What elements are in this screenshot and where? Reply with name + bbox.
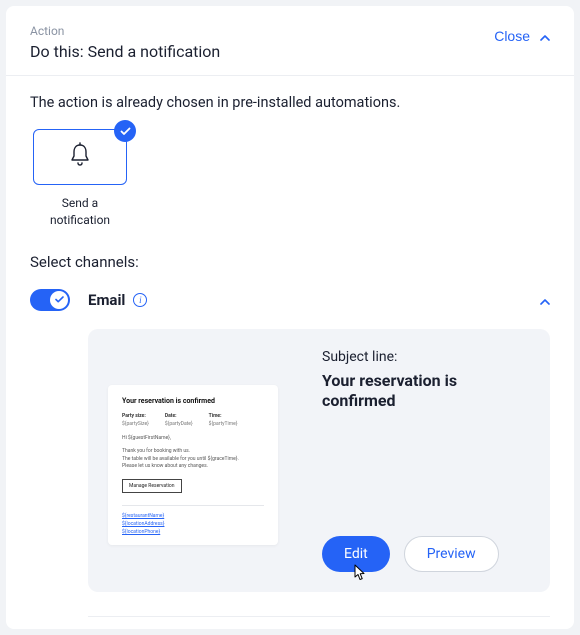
email-channel-title: Email i xyxy=(88,291,147,309)
thumb-body3: Please let us know about any changes. xyxy=(122,463,264,471)
thumb-v1: ${partySize} xyxy=(122,421,149,427)
divider xyxy=(88,616,550,617)
thumb-v3: ${partyTime} xyxy=(209,421,238,427)
chevron-up-icon xyxy=(540,28,550,44)
preview-button[interactable]: Preview xyxy=(404,536,499,572)
thumb-footer: ${restaurantName} ${locationAddress} ${l… xyxy=(122,505,264,536)
thumb-body1: Thank you for booking with us. xyxy=(122,448,264,456)
email-collapse-button[interactable] xyxy=(540,292,550,308)
tile-label: Send a notification xyxy=(35,195,125,229)
eyebrow: Action xyxy=(30,24,220,38)
action-tiles: Send a notification xyxy=(30,129,550,229)
subject-value: Your reservation is confirmed xyxy=(322,371,530,413)
panel-title: Do this: Send a notification xyxy=(30,42,220,61)
thumb-f1: ${restaurantName} xyxy=(122,512,264,520)
edit-button[interactable]: Edit xyxy=(322,536,390,572)
thumb-manage-button: Manage Reservation xyxy=(122,479,182,493)
subject-label: Subject line: xyxy=(322,349,530,365)
email-toggle[interactable] xyxy=(30,289,70,311)
email-actions: Edit Preview xyxy=(322,536,530,572)
channel-email-row: Email i xyxy=(30,287,550,313)
thumb-v2: ${partyDate} xyxy=(165,421,193,427)
check-badge xyxy=(114,120,136,142)
bell-icon xyxy=(68,142,92,172)
toggle-knob xyxy=(50,291,68,309)
thumb-k2: Date: xyxy=(165,413,193,419)
panel-header: Action Do this: Send a notification Clos… xyxy=(6,6,574,76)
email-label: Email xyxy=(88,291,125,309)
select-channels-label: Select channels: xyxy=(30,253,550,271)
thumb-body2: The table will be available for you unti… xyxy=(122,456,264,464)
email-thumbnail[interactable]: Your reservation is confirmed Party size… xyxy=(108,385,278,545)
close-button[interactable]: Close xyxy=(494,24,550,48)
thumb-k1: Party size: xyxy=(122,413,149,419)
thumb-greeting: Hi ${guestFirstName}, xyxy=(122,435,264,443)
email-thumbnail-col: Your reservation is confirmed Party size… xyxy=(108,349,298,573)
info-icon[interactable]: i xyxy=(133,293,147,307)
thumb-k3: Time: xyxy=(209,413,238,419)
email-card: Your reservation is confirmed Party size… xyxy=(88,329,550,593)
thumb-f3: ${locationPhone} xyxy=(122,528,264,536)
tile-send-notification[interactable] xyxy=(33,129,127,185)
action-panel: Action Do this: Send a notification Clos… xyxy=(6,6,574,629)
chevron-up-icon xyxy=(540,292,550,308)
tile-send-notification-wrap: Send a notification xyxy=(30,129,130,229)
panel-body: The action is already chosen in pre-inst… xyxy=(6,76,574,629)
thumb-title: Your reservation is confirmed xyxy=(122,397,264,405)
intro-text: The action is already chosen in pre-inst… xyxy=(30,94,550,111)
header-text: Action Do this: Send a notification xyxy=(30,24,220,61)
email-content-col: Subject line: Your reservation is confir… xyxy=(322,349,530,573)
thumb-f2: ${locationAddress} xyxy=(122,520,264,528)
close-label: Close xyxy=(494,28,530,44)
